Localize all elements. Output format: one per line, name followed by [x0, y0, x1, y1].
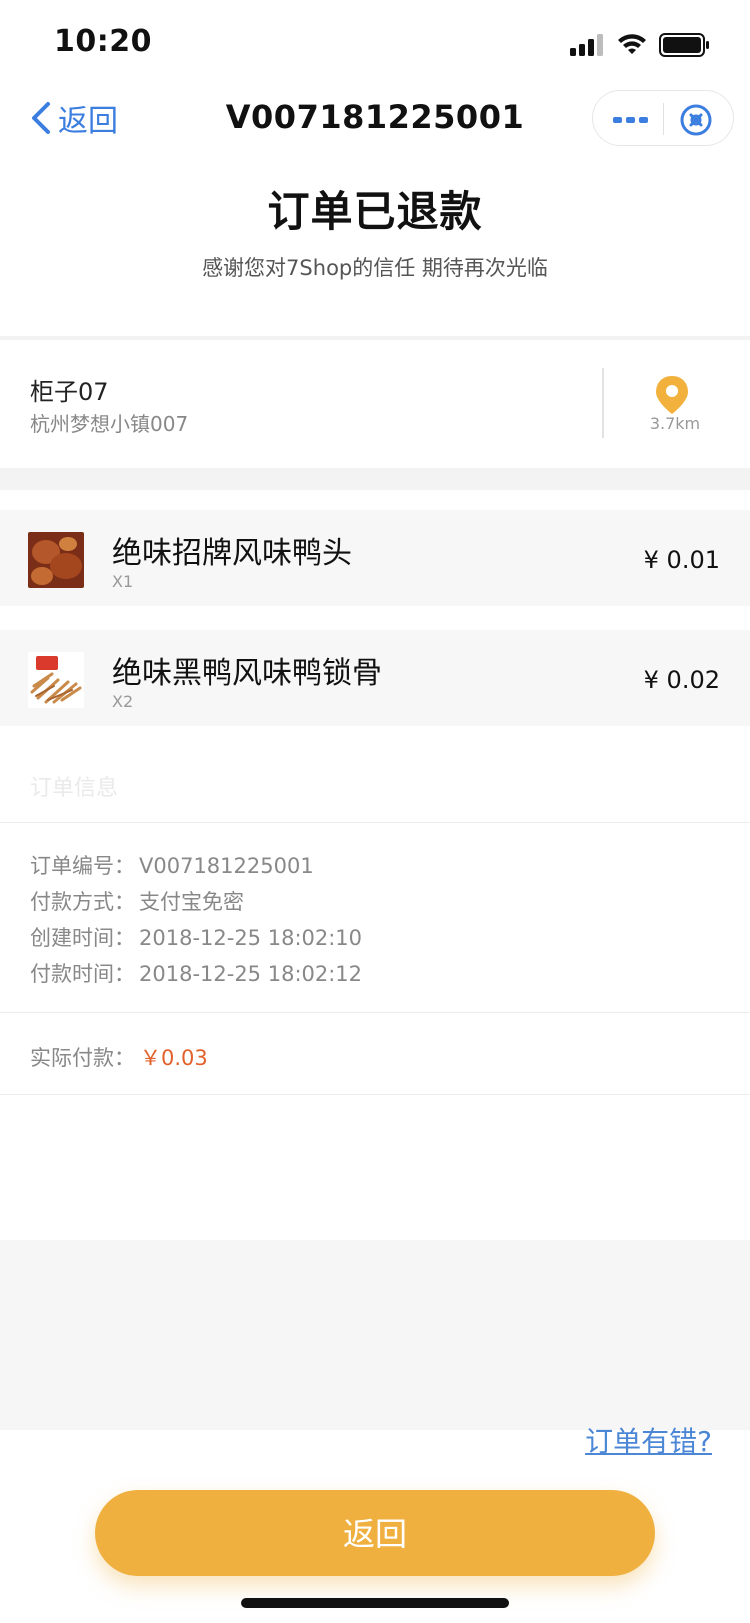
miniapp-capsule: [592, 90, 734, 146]
divider: [0, 822, 750, 823]
actual-payment-label: 实际付款：: [30, 1046, 135, 1070]
wifi-icon: [618, 34, 646, 54]
order-status-heading: 订单已退款: [267, 187, 483, 236]
order-number-value: V007181225001: [139, 854, 314, 878]
product-price: ¥ 0.02: [643, 666, 720, 694]
product-item: 绝味招牌风味鸭头 X1 ¥ 0.01: [0, 510, 750, 606]
actual-payment-value: ￥0.03: [140, 1046, 208, 1070]
payment-method-value: 支付宝免密: [139, 890, 244, 914]
paid-time-label: 付款时间：: [30, 962, 135, 986]
divider: [0, 1094, 750, 1095]
order-number-row: 订单编号： V007181225001: [30, 850, 314, 880]
return-button[interactable]: 返回: [95, 1490, 655, 1576]
signal-icon: [570, 34, 603, 56]
status-time: 10:20: [54, 24, 152, 59]
order-number-label: 订单编号：: [30, 854, 135, 878]
order-error-link[interactable]: 订单有错?: [585, 1420, 712, 1460]
divider: [0, 1012, 750, 1013]
status-icons: [570, 33, 709, 57]
thank-you-text: 感谢您对7Shop的信任 期待再次光临: [202, 256, 548, 280]
order-info-title: 订单信息: [30, 776, 119, 801]
product-name: 绝味黑鸭风味鸭锁骨: [112, 656, 382, 691]
home-indicator: [241, 1598, 509, 1608]
close-miniapp-icon[interactable]: [679, 103, 713, 137]
paid-time-value: 2018-12-25 18:02:12: [139, 962, 363, 986]
product-image: [28, 532, 84, 588]
divider: [0, 336, 750, 340]
locker-name: 柜子07: [30, 378, 109, 406]
location-pin-icon[interactable]: [654, 374, 690, 416]
locker-separator: [602, 368, 604, 438]
locker-address: 杭州梦想小镇007: [30, 412, 189, 436]
locker-distance: 3.7km: [649, 414, 701, 433]
divider: [0, 468, 750, 490]
payment-method-label: 付款方式：: [30, 890, 135, 914]
product-quantity: X2: [112, 692, 134, 711]
created-time-label: 创建时间：: [30, 926, 135, 950]
product-quantity: X1: [112, 572, 134, 591]
created-time-row: 创建时间： 2018-12-25 18:02:10: [30, 922, 362, 952]
battery-icon: [659, 33, 709, 57]
paid-time-row: 付款时间： 2018-12-25 18:02:12: [30, 958, 362, 988]
product-price: ¥ 0.01: [643, 546, 720, 574]
bottom-background: [0, 1240, 750, 1430]
capsule-divider: [663, 103, 664, 135]
payment-method-row: 付款方式： 支付宝免密: [30, 886, 244, 916]
product-image: [28, 652, 84, 708]
product-item: 绝味黑鸭风味鸭锁骨 X2 ¥ 0.02: [0, 630, 750, 726]
more-icon[interactable]: [613, 117, 649, 123]
created-time-value: 2018-12-25 18:02:10: [139, 926, 363, 950]
product-name: 绝味招牌风味鸭头: [112, 536, 352, 571]
